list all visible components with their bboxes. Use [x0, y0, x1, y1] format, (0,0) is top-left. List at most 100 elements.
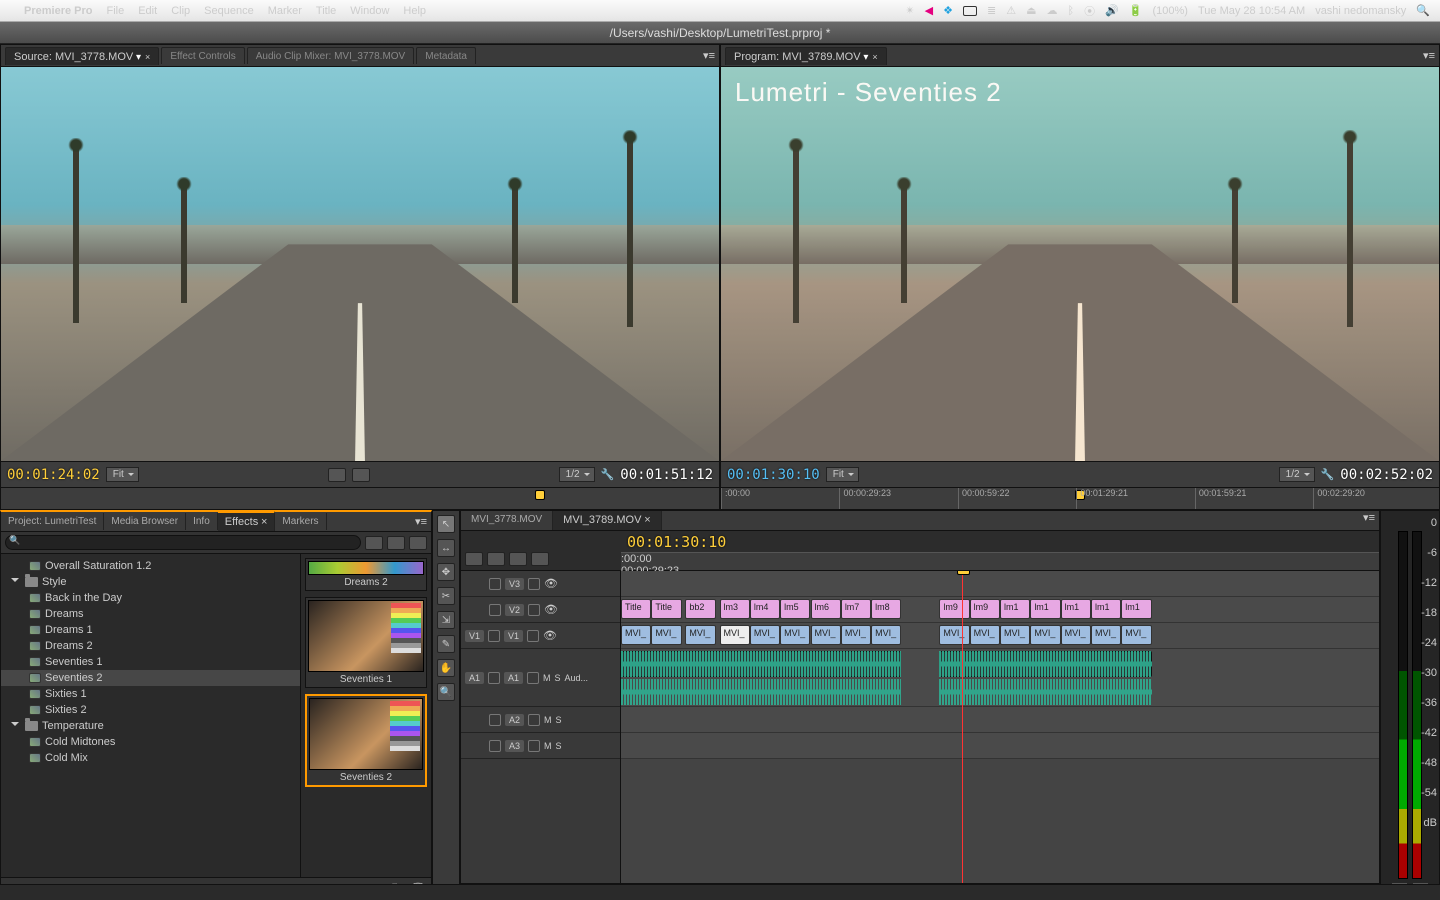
- resolution-dropdown[interactable]: 1/2: [1279, 467, 1315, 482]
- mute-button[interactable]: M: [544, 741, 552, 751]
- status-icon[interactable]: ❖: [943, 4, 953, 17]
- status-icon[interactable]: ✴︎: [905, 4, 914, 17]
- track-lane[interactable]: [621, 733, 1379, 759]
- solo-button[interactable]: S: [556, 741, 562, 751]
- effects-search-input[interactable]: [5, 535, 361, 550]
- lock-icon[interactable]: [488, 630, 500, 642]
- title-clip[interactable]: bb2: [685, 599, 715, 619]
- preset-thumbnail[interactable]: Seventies 2: [305, 694, 427, 787]
- video-clip[interactable]: MVI_: [1030, 625, 1060, 645]
- lock-icon[interactable]: [489, 604, 501, 616]
- toggle-output-icon[interactable]: [528, 740, 540, 752]
- tool-button[interactable]: ✎: [437, 635, 455, 653]
- effects-preset[interactable]: Dreams: [1, 606, 300, 622]
- preset-thumbnail[interactable]: Dreams 2: [305, 558, 427, 591]
- source-patch[interactable]: A1: [465, 672, 484, 684]
- track-id[interactable]: A1: [504, 672, 523, 684]
- track-header[interactable]: V3👁: [461, 571, 620, 597]
- alert-icon[interactable]: ⚠︎: [1006, 4, 1016, 17]
- track-lane[interactable]: [621, 707, 1379, 733]
- mute-button[interactable]: M: [543, 673, 551, 683]
- sequence-tab[interactable]: MVI_3778.MOV: [461, 511, 553, 530]
- effects-preset[interactable]: Cold Mix: [1, 750, 300, 766]
- solo-button[interactable]: S: [556, 715, 562, 725]
- status-icon[interactable]: [963, 6, 977, 16]
- menu-file[interactable]: File: [106, 5, 124, 17]
- video-clip[interactable]: MVI_: [685, 625, 715, 645]
- tab-markers[interactable]: Markers: [275, 513, 326, 530]
- linked-selection-icon[interactable]: [487, 552, 505, 566]
- eye-icon[interactable]: 👁: [544, 603, 558, 616]
- source-in-timecode[interactable]: 00:01:24:02: [7, 467, 100, 483]
- program-monitor-viewport[interactable]: Lumetri - Seventies 2: [721, 67, 1439, 461]
- title-clip[interactable]: lm9: [939, 599, 969, 619]
- zoom-dropdown[interactable]: Fit: [106, 467, 139, 482]
- title-clip[interactable]: Title: [651, 599, 681, 619]
- menu-help[interactable]: Help: [403, 5, 426, 17]
- tool-button[interactable]: ✂: [437, 587, 455, 605]
- effects-preset[interactable]: Sixties 2: [1, 702, 300, 718]
- timeline-lanes[interactable]: TitleTitlebb2lm3lm4lm5lm6lm7lm8lm9lm9lm1…: [621, 571, 1379, 883]
- tool-button[interactable]: ✋: [437, 659, 455, 677]
- tool-button[interactable]: ✥: [437, 563, 455, 581]
- tab-project[interactable]: Project: LumetriTest: [1, 513, 104, 530]
- 32bit-badge-icon[interactable]: [387, 536, 405, 550]
- settings-icon[interactable]: 🔧: [1321, 468, 1335, 481]
- program-scrubber[interactable]: :00:0000:00:29:2300:00:59:2200:01:29:210…: [721, 487, 1439, 509]
- effects-preset[interactable]: Sixties 1: [1, 686, 300, 702]
- menu-clip[interactable]: Clip: [171, 5, 190, 17]
- video-clip[interactable]: MVI_: [871, 625, 901, 645]
- source-monitor-viewport[interactable]: [1, 67, 719, 461]
- zoom-dropdown[interactable]: Fit: [826, 467, 859, 482]
- lock-icon[interactable]: [489, 578, 501, 590]
- toggle-output-icon[interactable]: [527, 630, 539, 642]
- title-clip[interactable]: lm5: [780, 599, 810, 619]
- track-id[interactable]: A2: [505, 714, 524, 726]
- safe-margins-icon[interactable]: [328, 468, 346, 482]
- close-icon[interactable]: ×: [261, 516, 267, 528]
- app-name[interactable]: Premiere Pro: [24, 5, 92, 17]
- effects-preset[interactable]: Overall Saturation 1.2: [1, 558, 300, 574]
- track-id[interactable]: A3: [505, 740, 524, 752]
- timeline-timecode[interactable]: 00:01:30:10: [627, 533, 726, 551]
- bluetooth-icon[interactable]: ᛒ: [1067, 5, 1074, 17]
- tab-program[interactable]: Program: MVI_3789.MOV ▾×: [725, 47, 887, 65]
- video-clip[interactable]: MVI_: [811, 625, 841, 645]
- tool-button[interactable]: 🔍: [437, 683, 455, 701]
- title-clip[interactable]: lm1: [1000, 599, 1030, 619]
- title-clip[interactable]: Title: [621, 599, 651, 619]
- settings-icon[interactable]: [531, 552, 549, 566]
- video-clip[interactable]: MVI_: [939, 625, 969, 645]
- spotlight-icon[interactable]: 🔍: [1416, 4, 1430, 17]
- track-id[interactable]: V3: [505, 578, 524, 590]
- panel-menu-icon[interactable]: ▾≡: [1359, 511, 1379, 530]
- battery-icon[interactable]: 🔋: [1129, 4, 1143, 17]
- menu-marker[interactable]: Marker: [268, 5, 302, 17]
- video-clip[interactable]: MVI_: [720, 625, 750, 645]
- eject-icon[interactable]: ⏏: [1026, 4, 1036, 17]
- tool-button[interactable]: ↖: [437, 515, 455, 533]
- source-scrubber[interactable]: [1, 487, 719, 509]
- effects-tree[interactable]: Overall Saturation 1.2StyleBack in the D…: [1, 554, 301, 877]
- wifi-icon[interactable]: ⦿: [1084, 3, 1095, 19]
- title-clip[interactable]: lm1: [1061, 599, 1091, 619]
- tool-button[interactable]: ⇲: [437, 611, 455, 629]
- settings-icon[interactable]: 🔧: [601, 468, 615, 481]
- toggle-output-icon[interactable]: [527, 672, 539, 684]
- title-clip[interactable]: lm1: [1121, 599, 1151, 619]
- lock-icon[interactable]: [489, 740, 501, 752]
- title-clip[interactable]: lm4: [750, 599, 780, 619]
- volume-icon[interactable]: 🔊: [1105, 4, 1119, 17]
- lock-icon[interactable]: [489, 714, 501, 726]
- yuv-badge-icon[interactable]: [409, 536, 427, 550]
- effects-preset[interactable]: Seventies 2: [1, 670, 300, 686]
- panel-menu-icon[interactable]: ▾≡: [703, 49, 715, 62]
- video-clip[interactable]: MVI_: [1061, 625, 1091, 645]
- close-icon[interactable]: ×: [644, 514, 650, 526]
- marker-icon[interactable]: [509, 552, 527, 566]
- preset-thumbnail[interactable]: Seventies 1: [305, 597, 427, 688]
- disclosure-icon[interactable]: [11, 578, 19, 586]
- tab-effect-controls[interactable]: Effect Controls: [161, 47, 244, 64]
- program-in-timecode[interactable]: 00:01:30:10: [727, 467, 820, 483]
- cloud-icon[interactable]: ☁︎: [1046, 4, 1057, 17]
